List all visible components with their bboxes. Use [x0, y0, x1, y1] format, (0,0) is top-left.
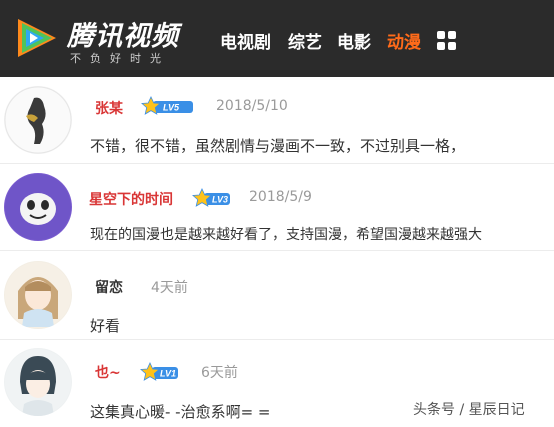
- level-badge-icon: LV3: [192, 188, 230, 207]
- level-badge-label: LV1: [160, 369, 176, 379]
- nav-movies[interactable]: 电影: [337, 28, 371, 53]
- avatar[interactable]: [4, 173, 72, 241]
- avatar[interactable]: [4, 261, 72, 329]
- nav-variety[interactable]: 综艺: [288, 28, 322, 53]
- level-badge-icon: LV5: [141, 96, 193, 115]
- comment-text: 这集真心暖- -治愈系啊= =: [90, 403, 271, 421]
- comment-date: 2018/5/10: [216, 98, 288, 114]
- level-badge-icon: LV1: [140, 362, 178, 381]
- comment-text: 不错，很不错，虽然剧情与漫画不一致，不过别具一格，: [90, 137, 466, 155]
- level-badge-label: LV5: [163, 103, 180, 113]
- comment-item: 留恋 4天前 好看: [0, 251, 554, 339]
- avatar[interactable]: [4, 348, 72, 416]
- logo-slogan: 不负好时光: [70, 52, 170, 65]
- comment-date: 2018/5/9: [249, 189, 312, 205]
- nav-tv-series[interactable]: 电视剧: [220, 28, 271, 53]
- comment-username[interactable]: 也~: [95, 362, 121, 382]
- tencent-video-logo-icon[interactable]: [12, 14, 60, 62]
- top-bar: 腾讯视频 不负好时光 电视剧 综艺 电影 动漫: [0, 0, 554, 77]
- comment-date: 6天前: [201, 365, 238, 381]
- comment-username[interactable]: 张某: [95, 98, 123, 118]
- comment-item: 张某 LV5 2018/5/10 不错，很不错，虽然剧情与漫画不一致，不过别具一…: [0, 77, 554, 163]
- comment-date: 4天前: [151, 280, 188, 296]
- level-badge-label: LV3: [212, 195, 228, 205]
- comment-item: 星空下的时间 LV3 2018/5/9 现在的国漫也是越来越好看了，支持国漫，希…: [0, 164, 554, 250]
- comment-username[interactable]: 星空下的时间: [89, 189, 173, 209]
- comment-text: 现在的国漫也是越来越好看了，支持国漫，希望国漫越来越强大: [90, 227, 482, 243]
- more-menu-grid-icon[interactable]: [437, 31, 456, 50]
- watermark: 头条号 / 星辰日记: [413, 402, 525, 418]
- comment-text: 好看: [90, 317, 121, 335]
- avatar[interactable]: [4, 86, 72, 154]
- nav-anime[interactable]: 动漫: [387, 28, 421, 53]
- logo-title: 腾讯视频: [67, 21, 179, 52]
- comment-username[interactable]: 留恋: [95, 277, 123, 297]
